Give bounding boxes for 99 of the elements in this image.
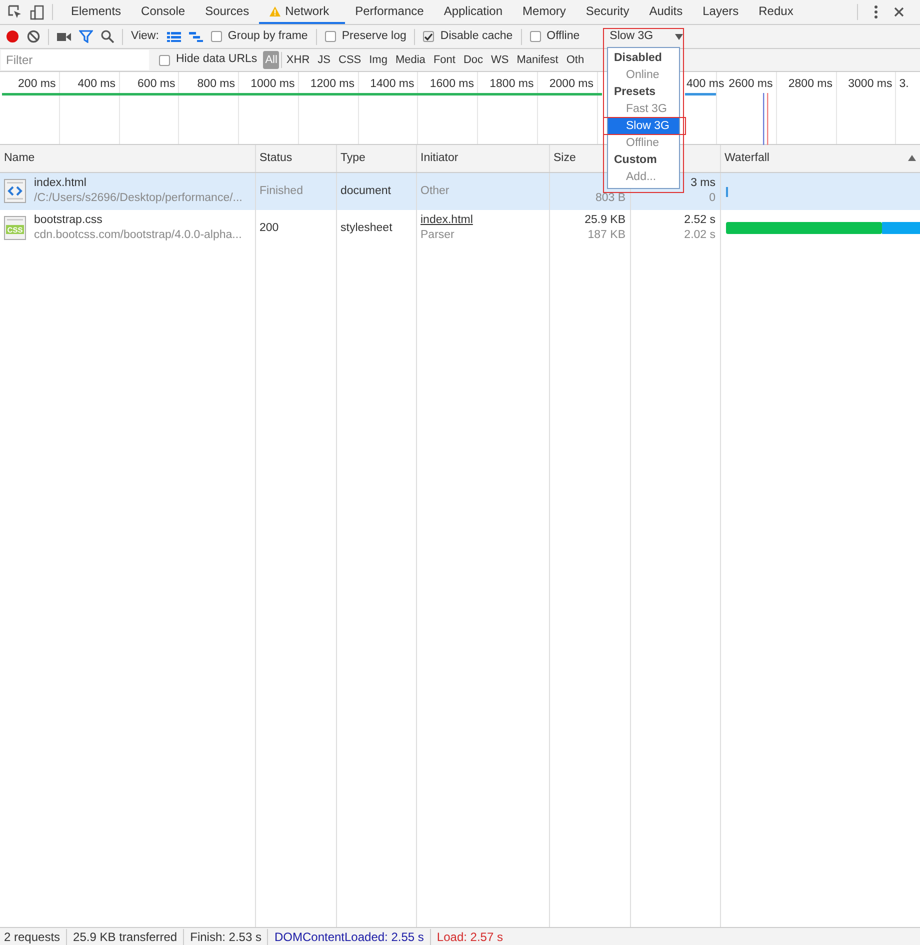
- checkbox[interactable]: Offline: [530, 28, 580, 46]
- throttling-select[interactable]: Slow 3G: [606, 26, 688, 46]
- type-filter[interactable]: Media: [393, 50, 428, 70]
- panel-tab[interactable]: Application: [434, 0, 513, 24]
- tick-label: 400 ms: [686, 78, 724, 90]
- status-item: 2 requests: [4, 928, 60, 945]
- type-filter[interactable]: Doc: [461, 50, 486, 70]
- time-text: 2.52 s: [684, 214, 716, 226]
- type-filter[interactable]: JS: [316, 50, 332, 70]
- size-text: 25.9 KB: [584, 214, 626, 226]
- panel-tab[interactable]: Performance: [345, 0, 434, 24]
- camera-icon[interactable]: [57, 32, 71, 42]
- clear-icon[interactable]: [27, 30, 40, 43]
- search-icon[interactable]: [101, 30, 114, 43]
- column-header[interactable]: Size: [554, 152, 576, 164]
- checkbox[interactable]: Group by frame: [210, 28, 308, 46]
- menu-item[interactable]: Offline: [608, 135, 679, 152]
- type-text: document: [340, 184, 392, 197]
- tick-label: 2800 ms: [788, 78, 832, 90]
- event-marker-line: [763, 93, 765, 145]
- caret-icon: [675, 34, 684, 40]
- menu-group-label: Custom: [613, 153, 658, 168]
- latency-text: 0: [709, 192, 716, 204]
- file-name[interactable]: bootstrap.css: [34, 213, 242, 228]
- file-name[interactable]: index.html: [34, 176, 242, 191]
- menu-item[interactable]: Slow 3G: [608, 118, 679, 135]
- tick-label: 1200 ms: [310, 78, 354, 90]
- view-label: View:: [131, 28, 159, 44]
- tick-label: 1600 ms: [430, 78, 474, 90]
- type-filter[interactable]: WS: [489, 50, 511, 70]
- filter-field[interactable]: Filter: [1, 50, 149, 70]
- inspect-icon[interactable]: [8, 5, 22, 19]
- tick-label: 1000 ms: [250, 78, 295, 90]
- menu-group-label: Disabled: [613, 51, 663, 66]
- sort-icon[interactable]: [908, 155, 916, 162]
- status-text: Finished: [260, 184, 303, 197]
- panel-tab[interactable]: Console: [131, 0, 196, 24]
- panel-tab[interactable]: Audits: [639, 0, 693, 24]
- initiator-link[interactable]: index.html: [420, 213, 473, 228]
- column-header[interactable]: Waterfall: [724, 150, 770, 167]
- panel-tab[interactable]: Sources: [195, 0, 260, 24]
- type-filter[interactable]: XHR: [284, 50, 312, 70]
- panel-tab[interactable]: Elements: [61, 0, 132, 24]
- type-filter[interactable]: Manifest: [514, 50, 560, 70]
- tick-label: 3000 ms: [848, 78, 892, 90]
- initiator-detail: Parser: [420, 229, 454, 241]
- type-filter[interactable]: Img: [367, 50, 390, 70]
- column-header[interactable]: Type: [340, 152, 366, 164]
- more-icon[interactable]: [874, 5, 878, 19]
- list-view-icon[interactable]: [166, 32, 181, 42]
- tick-label: 800 ms: [197, 78, 235, 90]
- status-item: Load: 2.57 s: [436, 928, 503, 945]
- column-header[interactable]: Initiator: [420, 152, 458, 164]
- download-progress-line: [685, 93, 716, 96]
- tick-label: 1800 ms: [490, 78, 534, 90]
- status-text: 200: [260, 222, 279, 234]
- tick-label: 1400 ms: [370, 78, 414, 90]
- status-item: 25.9 KB transferred: [73, 928, 178, 945]
- checkbox[interactable]: Preserve log: [324, 28, 406, 46]
- menu-item[interactable]: Add...: [608, 169, 679, 186]
- type-filter[interactable]: CSS: [336, 50, 364, 70]
- record-icon[interactable]: [6, 30, 19, 43]
- column-header[interactable]: Name: [4, 152, 35, 164]
- latency-text: 2.02 s: [684, 229, 716, 241]
- type-filter[interactable]: Font: [431, 50, 458, 70]
- time-text: 3 ms: [690, 177, 716, 190]
- tick-label: 2000 ms: [549, 78, 594, 90]
- tick-label: 200 ms: [18, 78, 56, 90]
- menu-item[interactable]: Online: [608, 67, 679, 84]
- tick-label: 600 ms: [138, 78, 176, 90]
- tick-label: 2600 ms: [728, 78, 773, 90]
- checkmark-icon: [424, 32, 434, 40]
- type-text: stylesheet: [340, 222, 392, 234]
- status-item: Finish: 2.53 s: [190, 928, 262, 945]
- file-path: cdn.bootcss.com/bootstrap/4.0.0-alpha...: [34, 228, 242, 243]
- panel-tab[interactable]: Memory: [512, 0, 576, 24]
- device-icon[interactable]: [30, 4, 44, 20]
- panel-tab[interactable]: Layers: [692, 0, 749, 24]
- panel-tab[interactable]: Redux: [748, 0, 804, 24]
- resource-size: 187 KB: [588, 229, 626, 241]
- type-filter[interactable]: Oth: [564, 50, 586, 70]
- tick-label: 400 ms: [78, 78, 116, 90]
- file-path: /C:/Users/s2696/Desktop/performance/...: [34, 191, 242, 206]
- waterfall-view-icon[interactable]: [188, 32, 203, 42]
- checkbox[interactable]: Disable cache: [423, 28, 513, 46]
- filter-icon[interactable]: [79, 30, 93, 43]
- menu-item[interactable]: Fast 3G: [608, 101, 679, 118]
- status-item: DOMContentLoaded: 2.55 s: [274, 928, 424, 945]
- menu-group-label: Presets: [613, 85, 657, 100]
- initiator-text: Other: [420, 184, 450, 198]
- event-marker-line: [767, 93, 769, 145]
- checkbox[interactable]: Hide data URLs: [159, 51, 258, 69]
- resource-size: 803 B: [595, 192, 626, 204]
- tick-label: 3.: [899, 78, 909, 90]
- column-header[interactable]: Status: [260, 152, 292, 164]
- panel-tab[interactable]: Security: [576, 0, 640, 24]
- file-icon: [4, 179, 26, 203]
- warning-icon: [269, 6, 282, 16]
- close-icon[interactable]: [894, 7, 904, 17]
